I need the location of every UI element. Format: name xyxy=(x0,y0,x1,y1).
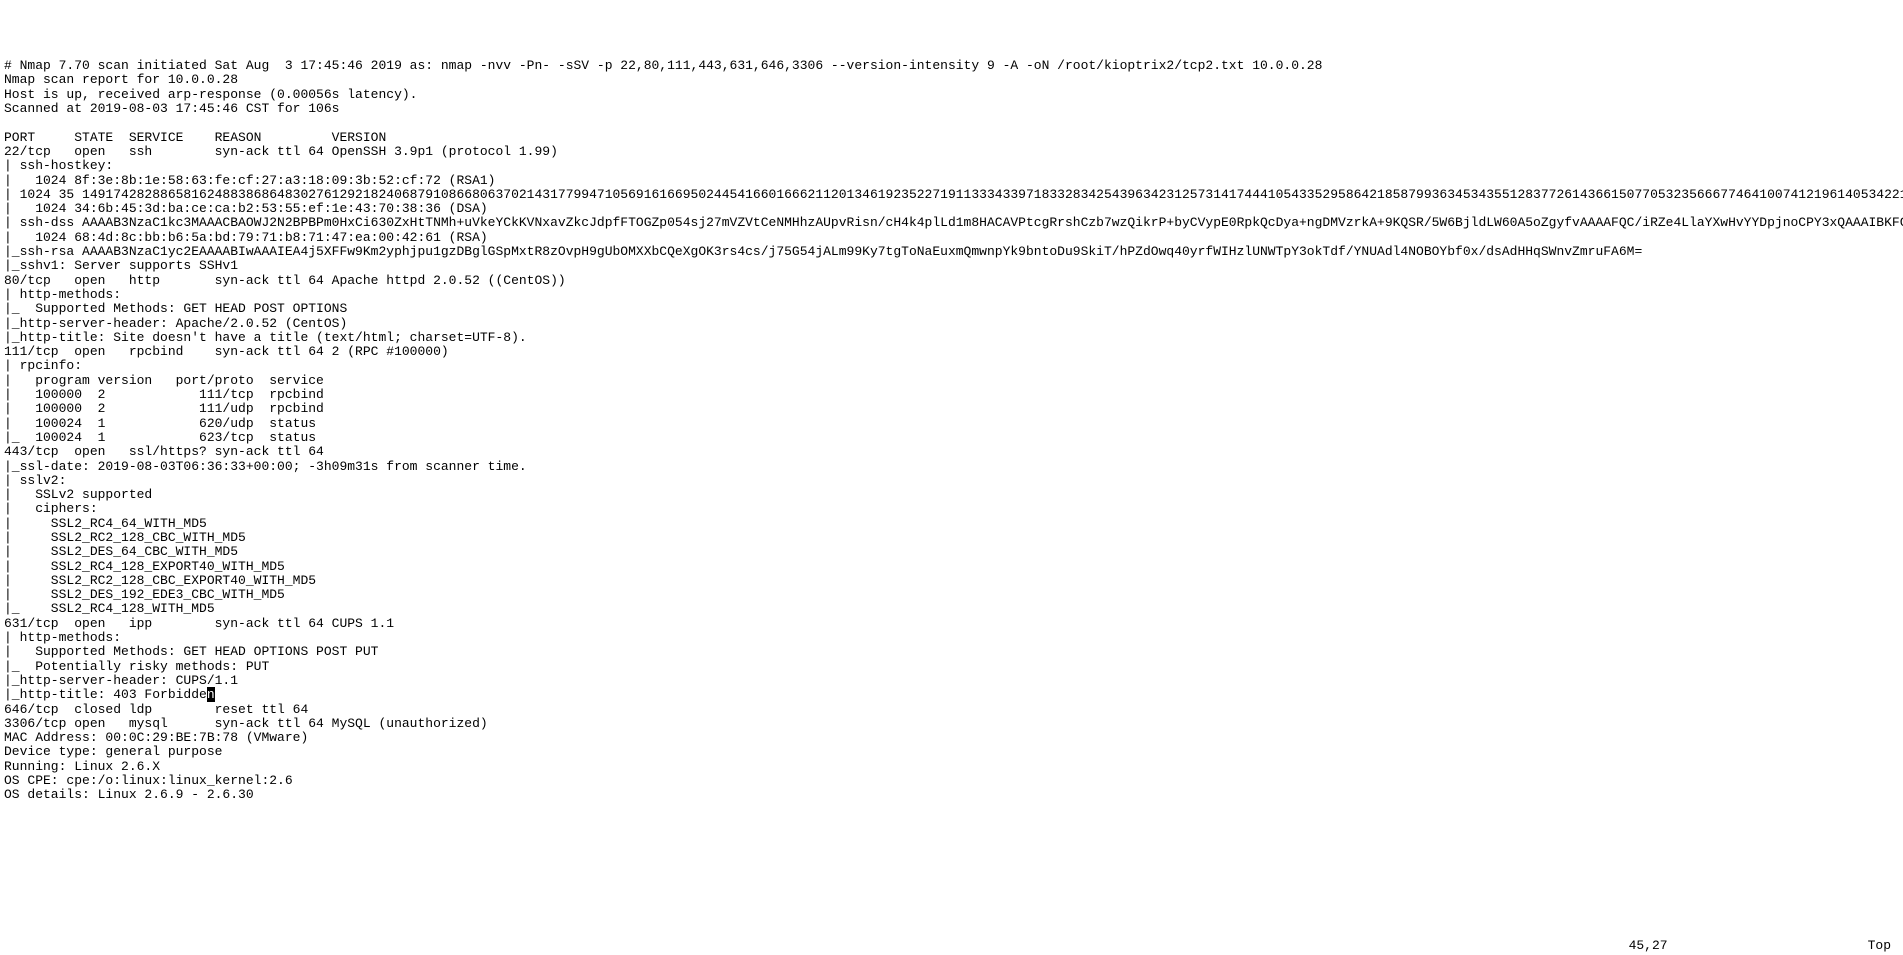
cursor: n xyxy=(207,687,215,702)
terminal-output[interactable]: # Nmap 7.70 scan initiated Sat Aug 3 17:… xyxy=(0,57,1903,804)
terminal-text-before-cursor: # Nmap 7.70 scan initiated Sat Aug 3 17:… xyxy=(4,58,1903,702)
status-bar: 45,27 Top xyxy=(0,939,1903,953)
terminal-text-after-cursor: 646/tcp closed ldp reset ttl 64 3306/tcp… xyxy=(4,702,488,803)
status-position: 45,27 xyxy=(1629,939,1668,953)
status-scroll: Top xyxy=(1868,939,1891,953)
